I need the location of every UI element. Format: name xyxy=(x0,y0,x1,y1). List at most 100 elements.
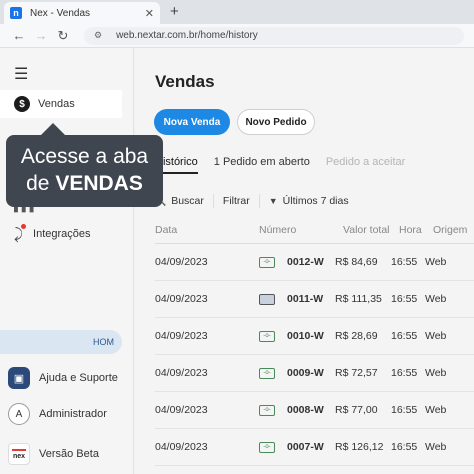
cash-icon: -o- xyxy=(259,367,275,379)
column-header[interactable]: Data xyxy=(155,224,259,243)
row-number: 0007-W xyxy=(287,441,324,453)
row-total: R$ 28,69 xyxy=(335,330,378,342)
sales-table: Data Número Valor total Hora Origem 04/0… xyxy=(155,224,474,466)
sidebar-item-label: Administrador xyxy=(39,408,107,420)
row-total: R$ 72,57 xyxy=(335,367,378,379)
cash-icon: -o- xyxy=(259,404,275,416)
nex-logo-icon: nex xyxy=(8,443,30,465)
page-title: Vendas xyxy=(155,72,215,91)
sidebar-item-help[interactable]: ▣ Ajuda e Suporte xyxy=(8,365,118,391)
plug-icon: ⤸ xyxy=(14,223,27,243)
dollar-icon: $ xyxy=(14,96,30,112)
sidebar-item-beta[interactable]: nex Versão Beta xyxy=(8,441,99,467)
table-row[interactable]: 04/09/2023 -o- 0009-W R$ 72,57 16:55 Web xyxy=(155,355,474,392)
payment-cell: -o- xyxy=(259,330,287,342)
row-date: 04/09/2023 xyxy=(155,441,208,453)
environment-badge: HOM xyxy=(0,330,122,354)
sidebar: ☰ $ Vendas ▌▌▌ ⤸ Integrações HOM ▣ Ajuda… xyxy=(0,48,134,474)
row-time: 16:55 xyxy=(391,293,418,305)
sidebar-item-integracoes[interactable]: ⤸ Integrações xyxy=(0,220,134,248)
column-header[interactable]: Origem xyxy=(433,224,473,243)
avatar: A xyxy=(8,403,30,425)
table-header: Data Número Valor total Hora Origem xyxy=(155,224,474,244)
sidebar-item-label: Versão Beta xyxy=(39,448,99,460)
row-time: 16:55 xyxy=(391,441,418,453)
table-row[interactable]: 04/09/2023 -o- 0008-W R$ 77,00 16:55 Web xyxy=(155,392,474,429)
row-origin: Web xyxy=(425,367,447,379)
close-icon[interactable]: ✕ xyxy=(145,7,154,20)
back-icon[interactable]: ← xyxy=(8,28,30,43)
browser-toolbar: ← → ↻ ⚙ web.nextar.com.br/home/history xyxy=(0,24,474,48)
row-origin: Web xyxy=(425,404,447,416)
row-total: R$ 126,12 xyxy=(335,441,384,453)
search-button[interactable]: 🔍 Buscar xyxy=(155,194,214,208)
cash-icon: -o- xyxy=(259,330,275,342)
payment-cell: -o- xyxy=(259,367,287,379)
callout-line-2: de VENDAS xyxy=(26,172,143,195)
chevron-down-icon: ▼ xyxy=(268,196,278,206)
browser-tab[interactable]: n Nex - Vendas ✕ xyxy=(4,2,160,24)
row-number: 0009-W xyxy=(287,367,324,379)
row-total: R$ 77,00 xyxy=(335,404,378,416)
column-header[interactable]: Hora xyxy=(399,224,433,243)
row-date: 04/09/2023 xyxy=(155,367,208,379)
table-row[interactable]: 04/09/2023 -o- 0007-W R$ 126,12 16:55 Web xyxy=(155,429,474,466)
period-dropdown[interactable]: ▼ Últimos 7 dias xyxy=(260,194,358,208)
url-text: web.nextar.com.br/home/history xyxy=(116,30,258,41)
nex-favicon-icon: n xyxy=(10,7,22,19)
row-date: 04/09/2023 xyxy=(155,293,208,305)
row-number: 0008-W xyxy=(287,404,324,416)
row-time: 16:55 xyxy=(391,404,418,416)
row-origin: Web xyxy=(425,293,447,305)
table-row[interactable]: 04/09/2023 -o- 0010-W R$ 28,69 16:55 Web xyxy=(155,318,474,355)
browser-tab-bar: n Nex - Vendas ✕ + xyxy=(0,0,474,24)
tab-bar: Histórico 1 Pedido em aberto Pedido a ac… xyxy=(155,156,421,174)
filter-bar: 🔍 Buscar Filtrar ▼ Últimos 7 dias xyxy=(155,194,358,208)
tab-pedido-aberto[interactable]: 1 Pedido em aberto xyxy=(214,156,310,174)
tab-pedido-aceitar[interactable]: Pedido a aceitar xyxy=(326,156,406,174)
row-number: 0012-W xyxy=(287,256,324,268)
row-origin: Web xyxy=(425,330,447,342)
payment-cell: -o- xyxy=(259,256,287,268)
payment-cell: -o- xyxy=(259,441,287,453)
forward-icon[interactable]: → xyxy=(30,28,52,43)
row-total: R$ 111,35 xyxy=(335,293,382,305)
row-time: 16:55 xyxy=(391,367,418,379)
callout-line-1: Acesse a aba xyxy=(20,145,149,168)
sidebar-item-label: Ajuda e Suporte xyxy=(39,372,118,384)
reload-icon[interactable]: ↻ xyxy=(52,28,74,44)
tooltip-callout: Acesse a aba de VENDAS xyxy=(6,135,163,207)
tab-title: Nex - Vendas xyxy=(30,7,91,19)
payment-cell: -o- xyxy=(259,404,287,416)
table-row[interactable]: 04/09/2023 0011-W R$ 111,35 16:55 Web xyxy=(155,281,474,318)
row-origin: Web xyxy=(425,441,447,453)
row-number: 0010-W xyxy=(287,330,324,342)
card-icon xyxy=(259,293,275,305)
address-bar[interactable]: ⚙ web.nextar.com.br/home/history xyxy=(84,26,464,45)
menu-icon[interactable]: ☰ xyxy=(14,64,28,84)
row-date: 04/09/2023 xyxy=(155,404,208,416)
main-content: Vendas Nova Venda Novo Pedido Histórico … xyxy=(135,48,474,474)
filter-button[interactable]: Filtrar xyxy=(214,194,260,208)
table-row[interactable]: 04/09/2023 -o- 0012-W R$ 84,69 16:55 Web xyxy=(155,244,474,281)
help-icon: ▣ xyxy=(8,367,30,389)
row-number: 0011-W xyxy=(287,293,324,305)
cash-icon: -o- xyxy=(259,441,275,453)
cash-icon: -o- xyxy=(259,256,275,268)
row-date: 04/09/2023 xyxy=(155,256,208,268)
sidebar-item-vendas[interactable]: $ Vendas xyxy=(0,90,122,118)
new-order-button[interactable]: Novo Pedido xyxy=(237,109,315,135)
sidebar-item-label: Vendas xyxy=(38,98,75,110)
new-sale-button[interactable]: Nova Venda xyxy=(154,109,230,135)
sidebar-item-admin[interactable]: A Administrador xyxy=(8,401,107,427)
column-header[interactable]: Valor total xyxy=(343,224,399,243)
column-header[interactable]: Número xyxy=(259,224,343,243)
row-date: 04/09/2023 xyxy=(155,330,208,342)
row-time: 16:55 xyxy=(391,330,418,342)
payment-cell xyxy=(259,293,287,305)
row-total: R$ 84,69 xyxy=(335,256,378,268)
new-tab-icon[interactable]: + xyxy=(170,3,179,20)
notification-dot xyxy=(21,223,27,229)
row-time: 16:55 xyxy=(391,256,418,268)
site-info-icon[interactable]: ⚙ xyxy=(94,30,102,41)
